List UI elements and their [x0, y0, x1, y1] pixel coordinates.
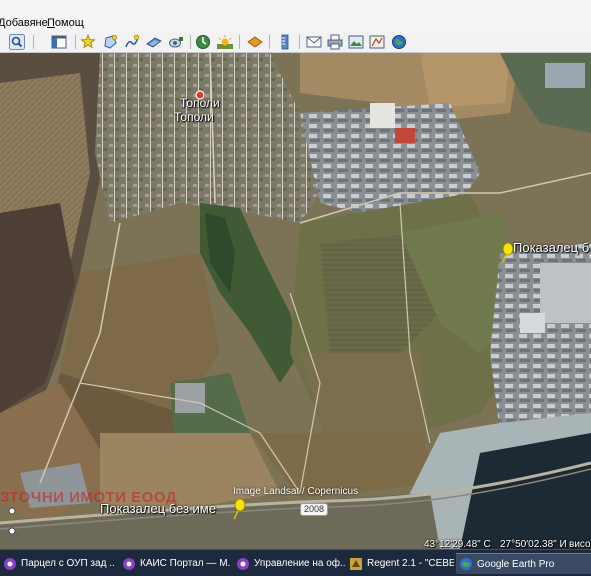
add-polygon-button[interactable]	[100, 33, 120, 51]
taskbar-item-parcel[interactable]: Парцел с ОУП зад ...	[0, 553, 115, 574]
app-icon	[350, 557, 362, 570]
add-polygon-icon	[104, 34, 118, 49]
browser-icon	[4, 557, 16, 570]
menu-help[interactable]: Помощ	[47, 16, 84, 30]
road-number-badge: 2008	[300, 503, 329, 516]
switch-to-sky-icon	[247, 36, 263, 48]
taskbar-item-google-earth[interactable]: Google Earth Pro	[456, 553, 591, 574]
taskbar-item-label: Google Earth Pro	[477, 558, 555, 570]
save-image-button[interactable]	[346, 33, 366, 51]
earth-button[interactable]	[389, 33, 409, 51]
map-view[interactable]: Тополи Тополи Показалец б Показалец без …	[0, 53, 591, 549]
google-earth-icon	[460, 558, 472, 570]
satellite-imagery	[0, 53, 591, 549]
imagery-attribution: Image Landsat / Copernicus	[233, 486, 359, 497]
add-image-overlay-icon	[146, 37, 162, 48]
toolbar-separator	[269, 35, 270, 49]
toolbar-separator	[299, 35, 300, 49]
toolbar-separator	[190, 35, 191, 49]
ruler-button[interactable]	[275, 33, 295, 51]
watermark: ЗТОЧНИ ИМОТИ ЕООД	[0, 489, 177, 506]
browser-icon	[123, 557, 135, 570]
sidebar-toggle-button[interactable]	[49, 33, 69, 51]
longitude-readout: 27°50'02.38" И	[500, 539, 567, 549]
menu-add-label: обавяне	[5, 17, 48, 29]
taskbar-item-management[interactable]: Управление на оф...	[233, 553, 345, 574]
earth-icon	[392, 35, 406, 49]
view-in-maps-button[interactable]	[367, 33, 387, 51]
ruler-icon	[281, 34, 289, 50]
search-icon	[9, 34, 25, 50]
sunlight-icon	[217, 35, 233, 49]
taskbar-item-label: Управление на оф...	[254, 558, 345, 569]
historical-imagery-button[interactable]	[193, 33, 213, 51]
historical-imagery-icon	[196, 35, 210, 49]
toolbar-separator	[239, 35, 240, 49]
placemark-label-right[interactable]: Показалец б	[513, 240, 589, 255]
view-in-maps-icon	[369, 35, 385, 49]
print-button[interactable]	[325, 33, 345, 51]
add-image-overlay-button[interactable]	[144, 33, 164, 51]
town-label-1: Тополи	[180, 96, 220, 110]
email-icon	[306, 36, 322, 48]
add-path-button[interactable]	[122, 33, 142, 51]
taskbar-item-label: КАИС Портал — М...	[140, 558, 231, 569]
add-placemark-button[interactable]	[78, 33, 98, 51]
elevation-readout: висо	[569, 539, 591, 549]
google-earth-window: Добавяне Помощ Тополи Тополи Показалец б…	[0, 0, 591, 576]
menu-bar: Добавяне Помощ	[0, 0, 591, 32]
town-label-2: Тополи	[174, 110, 214, 124]
menu-help-label: омощ	[54, 17, 84, 29]
toolbar	[0, 32, 591, 53]
sidebar-toggle-icon	[51, 35, 67, 49]
record-tour-icon	[169, 37, 183, 48]
taskbar-item-label: Парцел с ОУП зад ...	[21, 558, 115, 569]
add-placemark-icon	[80, 34, 96, 49]
menu-add[interactable]: Добавяне	[0, 16, 48, 30]
menu-help-mnemonic: П	[47, 17, 55, 29]
save-image-icon	[348, 35, 364, 49]
toolbar-separator	[75, 35, 76, 49]
switch-to-sky-button[interactable]	[245, 33, 265, 51]
taskbar-item-label: Regent 2.1 - "СЕВЕ...	[367, 558, 454, 569]
record-tour-button[interactable]	[166, 33, 186, 51]
taskbar: Парцел с ОУП зад ... КАИС Портал — М... …	[0, 549, 591, 576]
add-path-icon	[125, 34, 140, 48]
taskbar-item-kais[interactable]: КАИС Портал — М...	[119, 553, 231, 574]
toolbar-separator	[33, 35, 34, 49]
print-icon	[327, 34, 343, 50]
taskbar-item-regent[interactable]: Regent 2.1 - "СЕВЕ...	[346, 553, 454, 574]
sunlight-button[interactable]	[215, 33, 235, 51]
email-button[interactable]	[304, 33, 324, 51]
latitude-readout: 43°12'29.48" С	[424, 539, 491, 549]
browser-icon	[237, 557, 249, 570]
search-button[interactable]	[7, 33, 27, 51]
